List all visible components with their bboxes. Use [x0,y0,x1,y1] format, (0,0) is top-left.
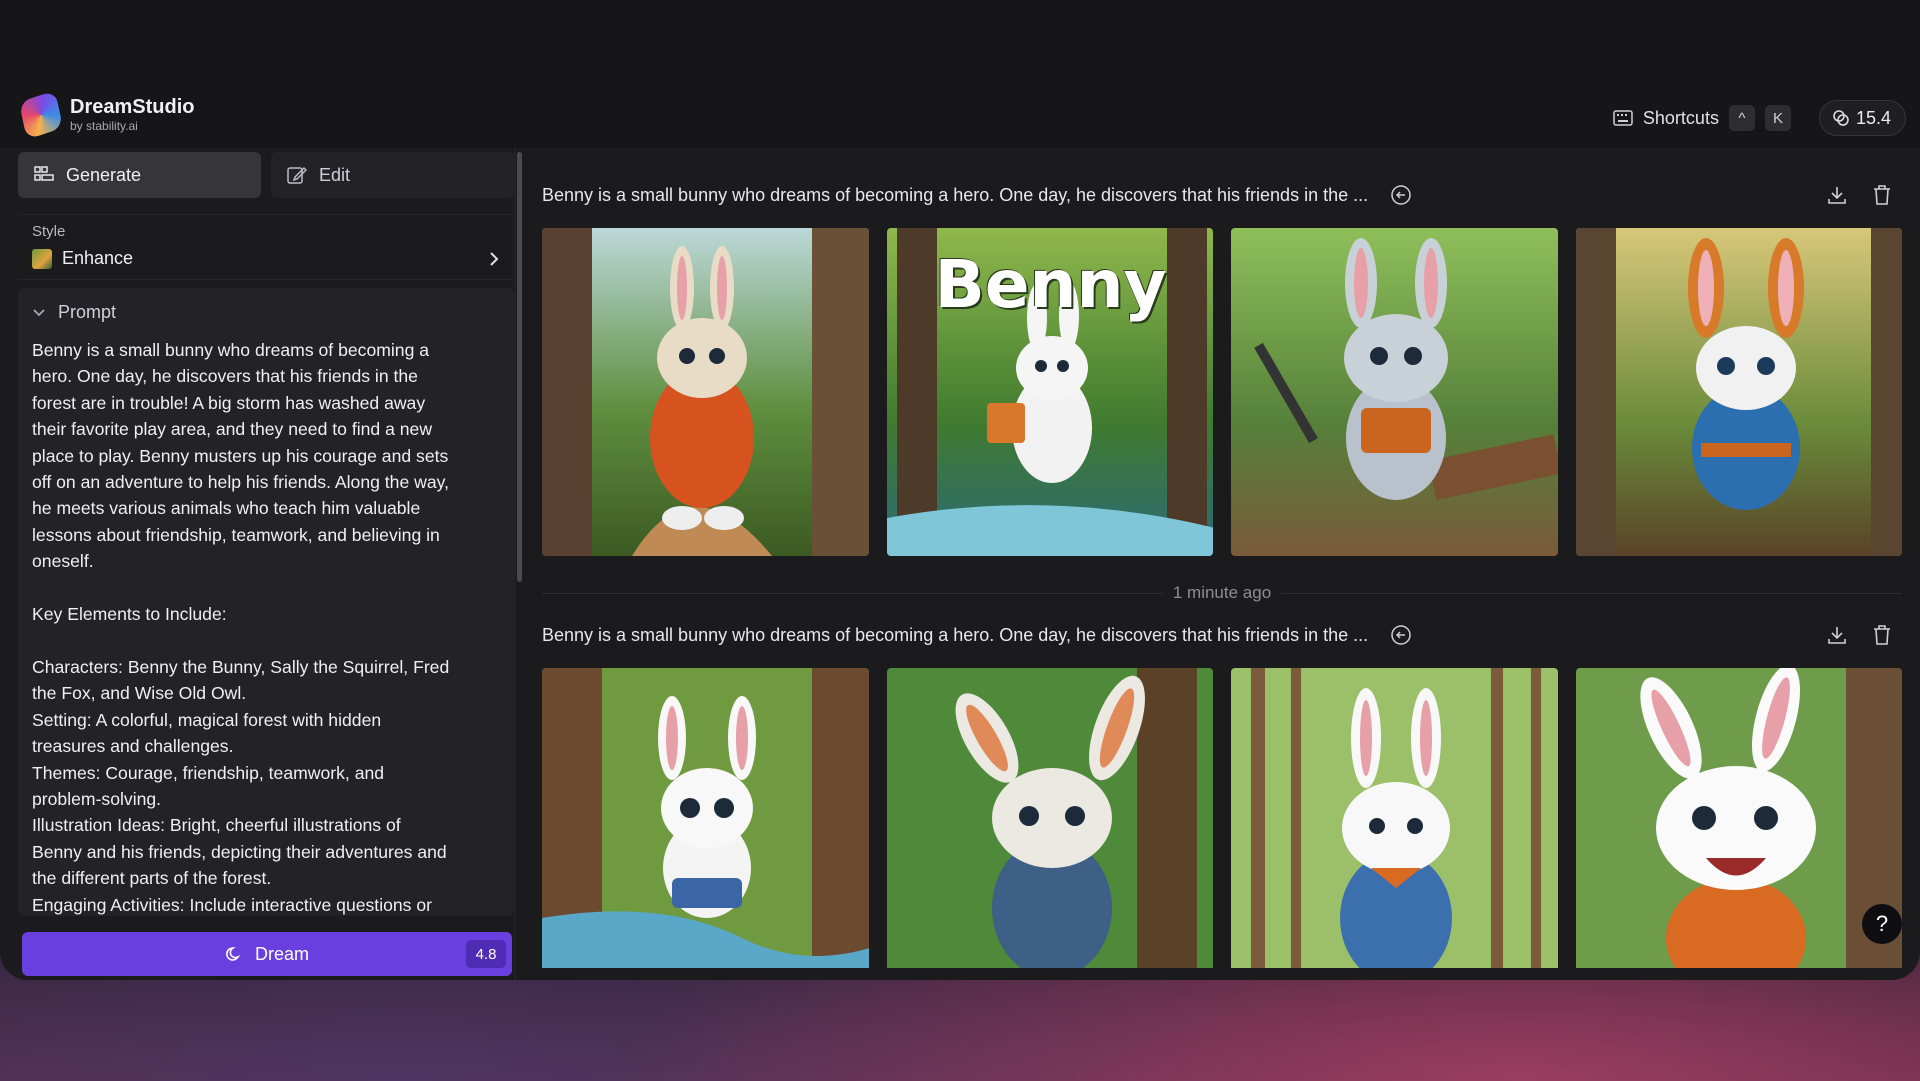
dream-cost-badge: 4.8 [466,940,506,968]
image-grid [542,668,1902,968]
shortcuts-label: Shortcuts [1642,107,1719,128]
help-button[interactable]: ? [1862,904,1902,944]
generated-image[interactable]: Benny [886,228,1213,556]
brand[interactable]: DreamStudio by stability.ai [18,90,195,140]
credits-value: 15.4 [1855,107,1891,128]
shortcut-key-ctrl: ^ [1728,105,1755,131]
style-label: Style [32,223,66,240]
shortcuts-button[interactable]: Shortcuts ^ K [1613,105,1791,131]
tab-edit-label: Edit [319,164,351,185]
reuse-prompt-icon[interactable] [1390,184,1412,206]
download-icon[interactable] [1826,624,1848,646]
dreamstudio-logo-icon [18,90,64,140]
prompt-header[interactable]: Prompt [18,288,514,331]
coins-icon [1833,110,1849,126]
prompt-textarea[interactable]: Benny is a small bunny who dreams of bec… [18,331,514,916]
image-grid: Benny [542,228,1902,556]
generation-header: Benny is a small bunny who dreams of bec… [542,172,1902,218]
generated-image[interactable] [1231,668,1558,968]
grid-icon [34,166,54,181]
credits-badge[interactable]: 15.4 [1818,100,1906,136]
shortcut-key-k: K [1764,105,1791,131]
dream-button[interactable]: Dream 4.8 [22,932,512,976]
prompt-label: Prompt [58,302,117,322]
generated-image[interactable] [1231,228,1558,556]
time-ago-label: 1 minute ago [1172,583,1272,602]
trash-icon[interactable] [1872,184,1892,206]
tab-generate-label: Generate [66,164,142,185]
top-bar: DreamStudio by stability.ai Shortcuts ^ … [0,0,1920,148]
generated-image[interactable] [542,228,869,556]
download-icon[interactable] [1826,184,1848,206]
keyboard-icon [1613,110,1633,126]
generation-prompt[interactable]: Benny is a small bunny who dreams of bec… [542,185,1368,206]
prompt-panel: Prompt Benny is a small bunny who dreams… [18,288,514,916]
sidebar: Generate Edit Style Enhance Prompt Benny… [18,152,522,978]
mode-tabs: Generate Edit [18,152,514,198]
generation-header: Benny is a small bunny who dreams of bec… [542,612,1902,658]
gallery: Benny is a small bunny who dreams of bec… [542,172,1903,968]
tab-generate[interactable]: Generate [18,152,261,198]
chevron-down-icon [33,308,45,316]
generation-prompt[interactable]: Benny is a small bunny who dreams of bec… [542,625,1368,646]
generated-image[interactable] [1575,668,1902,968]
dream-label: Dream [254,943,309,964]
style-thumbnail [32,248,52,269]
generated-image[interactable] [542,668,869,968]
app-by: by stability.ai [70,119,138,133]
panel-divider [514,148,516,980]
app-window: DreamStudio by stability.ai Shortcuts ^ … [0,0,1920,980]
tab-edit[interactable]: Edit [271,152,514,198]
style-value: Enhance [62,248,134,268]
sidebar-scrollbar[interactable] [517,152,522,582]
reuse-prompt-icon[interactable] [1390,624,1412,646]
app-name: DreamStudio [70,96,195,118]
edit-icon [287,166,307,184]
style-selector[interactable]: Style Enhance [18,214,514,280]
generated-image[interactable] [1575,228,1902,556]
chevron-right-icon [490,251,499,266]
trash-icon[interactable] [1872,624,1892,646]
moon-icon [225,947,241,961]
generated-image[interactable] [886,668,1213,968]
cover-title: Benny [934,246,1167,323]
time-separator: 1 minute ago [542,574,1903,612]
